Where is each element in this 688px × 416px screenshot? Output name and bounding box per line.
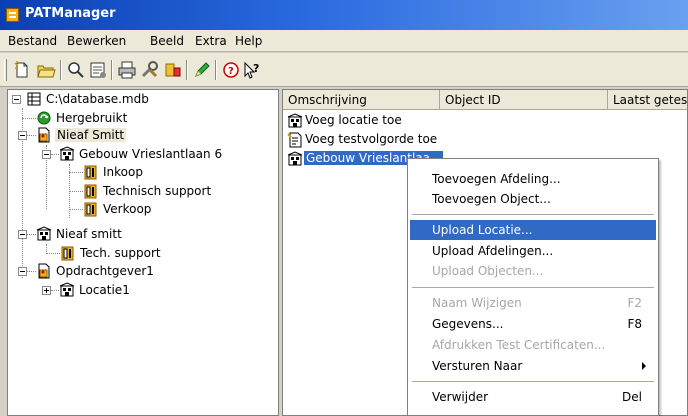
client-icon <box>38 263 50 279</box>
menu-item-versturen-naar[interactable]: Versturen Naar <box>410 356 656 376</box>
menu-bewerken[interactable]: Bewerken <box>67 34 126 48</box>
menu-separator <box>412 214 654 215</box>
tree-view[interactable]: C:\database.mdb Hergebruikt Nieaf Smitt … <box>7 89 279 416</box>
tree-item-label: Nieaf Smitt <box>55 128 127 142</box>
tree-line <box>69 209 83 210</box>
svg-text:?: ? <box>253 62 259 75</box>
toolbar-separator <box>186 60 188 80</box>
department-icon <box>84 165 97 180</box>
context-menu: Toevoegen Afdeling... Toevoegen Object..… <box>407 158 659 416</box>
app-icon <box>6 8 19 22</box>
toolbar-separator <box>60 60 62 80</box>
menu-item-upload-afdelingen[interactable]: Upload Afdelingen... <box>410 241 656 261</box>
tools-icon[interactable] <box>140 60 160 80</box>
database-icon <box>27 92 41 106</box>
search-icon[interactable] <box>66 60 86 80</box>
toolbar-grip[interactable] <box>4 59 7 81</box>
recycle-icon <box>37 111 51 125</box>
properties-icon[interactable] <box>88 60 108 80</box>
test-sequence-icon <box>287 132 302 148</box>
tree-line <box>27 234 36 235</box>
tree-line <box>69 191 83 192</box>
expand-toggle[interactable] <box>18 267 27 276</box>
column-header-laatst-getest[interactable]: Laatst getest <box>608 90 687 110</box>
menu-bar: Bestand Bewerken Beeld Extra Help <box>0 30 688 52</box>
title-bar: PATManager <box>0 0 688 30</box>
tree-line <box>27 135 36 136</box>
department-icon <box>84 184 97 199</box>
building-icon <box>59 146 75 161</box>
building-icon <box>59 282 75 297</box>
menu-item-verwijder[interactable]: Verwijder Del <box>410 387 656 407</box>
list-item-label: Voeg locatie toe <box>305 113 402 127</box>
tree-line <box>22 118 36 119</box>
menu-item-toevoegen-object[interactable]: Toevoegen Object... <box>410 189 656 209</box>
tree-item-label: Hergebruikt <box>56 111 128 125</box>
tree-line <box>69 172 83 173</box>
toolbar-separator <box>215 60 217 80</box>
client-icon <box>38 127 50 143</box>
tree-item-label: Inkoop <box>103 165 143 179</box>
help-icon[interactable]: ? <box>221 60 241 80</box>
menu-separator <box>412 381 654 382</box>
submenu-arrow-icon <box>642 362 646 370</box>
building-icon <box>287 151 303 166</box>
toolbar-separator <box>111 60 113 80</box>
tree-item-label: Gebouw Vrieslantlaan 6 <box>79 147 223 161</box>
list-item[interactable]: Voeg locatie toe <box>285 112 485 130</box>
menu-item-naam-wijzigen: Naam Wijzigen F2 <box>432 296 642 310</box>
list-item[interactable]: Voeg testvolgorde toe <box>285 131 485 149</box>
tree-item-label: Locatie1 <box>79 283 130 297</box>
menu-help[interactable]: Help <box>235 34 262 48</box>
device-icon[interactable] <box>163 60 183 80</box>
tree-item-label: Tech. support <box>80 246 161 260</box>
menu-item-upload-objecten: Upload Objecten... <box>432 264 544 278</box>
list-item-label: Voeg testvolgorde toe <box>305 132 438 146</box>
new-icon[interactable] <box>12 60 32 80</box>
window-title: PATManager <box>25 6 116 21</box>
expand-toggle[interactable] <box>18 131 27 140</box>
menu-extra[interactable]: Extra <box>195 34 227 48</box>
tree-item-label: Verkoop <box>103 202 152 216</box>
tree-item-label: Nieaf smitt <box>56 227 122 241</box>
whats-this-icon[interactable]: ? <box>242 60 262 80</box>
print-icon[interactable] <box>117 60 137 80</box>
tree-line <box>51 290 59 291</box>
menu-separator <box>412 287 654 288</box>
svg-text:?: ? <box>228 66 234 77</box>
department-icon <box>61 246 74 261</box>
department-icon <box>84 202 97 217</box>
menu-item-afdrukken-test-certificaten: Afdrukken Test Certificaten... <box>432 338 606 352</box>
toolbar: ? ? <box>0 53 688 87</box>
menu-item-toevoegen-afdeling[interactable]: Toevoegen Afdeling... <box>410 169 656 189</box>
open-icon[interactable] <box>36 60 56 80</box>
tree-item-label: Opdrachtgever1 <box>56 264 154 278</box>
building-icon <box>36 226 52 241</box>
menu-item-gegevens[interactable]: Gegevens... F8 <box>410 314 656 334</box>
menu-beeld[interactable]: Beeld <box>150 34 184 48</box>
menu-bestand[interactable]: Bestand <box>8 34 57 48</box>
expand-toggle[interactable] <box>18 230 27 239</box>
tree-root-label: C:\database.mdb <box>46 92 149 106</box>
tree-line <box>51 154 59 155</box>
tree-item-label: Technisch support <box>103 184 212 198</box>
column-header-object-id[interactable]: Object ID <box>440 90 608 110</box>
expand-toggle[interactable] <box>42 150 51 159</box>
column-header-omschrijving[interactable]: Omschrijving <box>283 90 440 110</box>
expand-toggle[interactable] <box>42 286 51 295</box>
tree-line <box>27 271 36 272</box>
building-add-icon <box>287 113 303 128</box>
menu-item-upload-locatie[interactable]: Upload Locatie... <box>410 220 656 240</box>
tree-line <box>46 253 60 254</box>
pen-icon[interactable] <box>192 60 212 80</box>
expand-toggle[interactable] <box>12 95 21 104</box>
